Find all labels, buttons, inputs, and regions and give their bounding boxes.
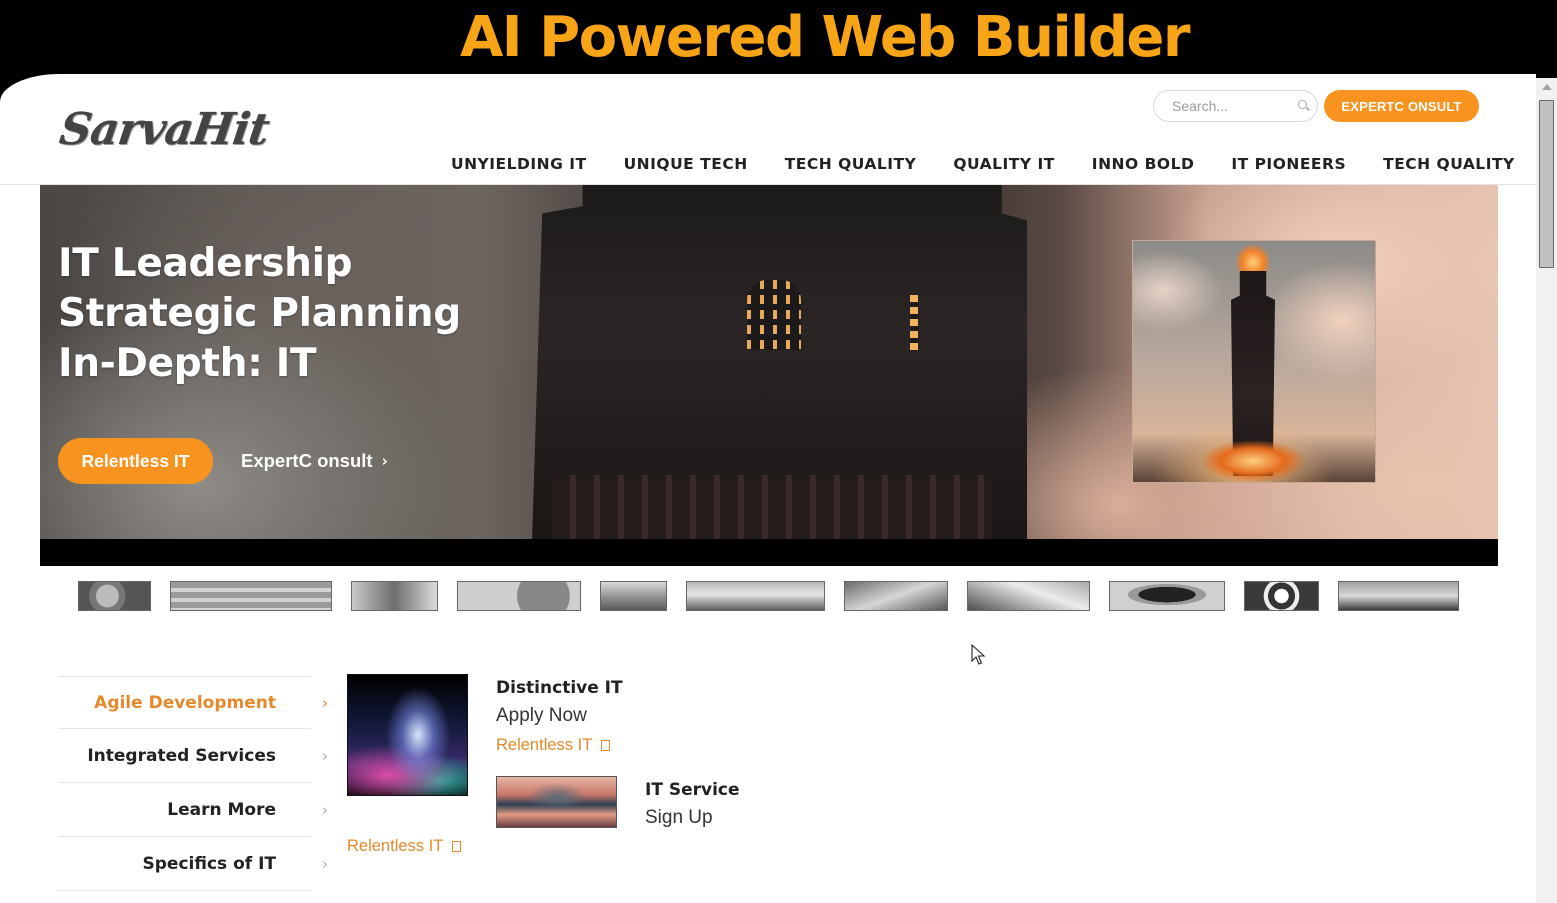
chevron-right-icon: ›	[381, 452, 388, 470]
side-item-label: Integrated Services	[87, 745, 276, 766]
thumbnail-11[interactable]	[1338, 581, 1459, 611]
hero-window-glow-small	[910, 295, 918, 350]
hero-secondary-link[interactable]: ExpertC onsult ›	[241, 450, 388, 472]
search-icon[interactable]	[1298, 100, 1307, 109]
nav-item-tech-quality[interactable]: TECH QUALITY	[785, 155, 917, 173]
card-1-link[interactable]: Relentless IT	[496, 736, 611, 755]
nav-item-it-pioneers[interactable]: IT PIONEERS	[1231, 155, 1346, 173]
side-item-specifics-of-it[interactable]: Specifics of IT ›	[58, 837, 328, 891]
thumbnail-7[interactable]	[844, 581, 948, 611]
thumbnail-10[interactable]	[1244, 581, 1319, 611]
side-item-label: Agile Development	[94, 692, 276, 713]
chevron-right-icon: ›	[322, 746, 328, 765]
fire-glow	[1237, 243, 1269, 275]
hero-window-glow	[747, 280, 801, 350]
side-menu: Agile Development › Integrated Services …	[58, 676, 328, 891]
thumbnail-3[interactable]	[351, 581, 438, 611]
card-image-galaxy[interactable]	[347, 674, 468, 796]
page-scrollbar[interactable]	[1536, 78, 1557, 903]
hero-line-2: Strategic Planning	[58, 291, 461, 336]
hero-line-1: IT Leadership	[58, 241, 353, 286]
side-item-label: Specifics of IT	[142, 853, 276, 874]
hero-tower-image	[532, 185, 1027, 539]
nav-item-unyielding-it[interactable]: UNYIELDING IT	[451, 155, 587, 173]
card-image-landscape[interactable]	[496, 776, 617, 828]
thumbnail-6[interactable]	[686, 581, 825, 611]
site-header: SarvaHit EXPERTC ONSULT UNYIELDING IT UN…	[0, 74, 1536, 185]
thumbnail-8[interactable]	[967, 581, 1090, 611]
hero-heading: IT Leadership Strategic Planning In-Dept…	[58, 239, 461, 389]
site-logo[interactable]: SarvaHit	[56, 104, 271, 155]
mouse-cursor-icon	[971, 644, 986, 665]
card-2-title: IT Service	[645, 780, 740, 800]
hero-inset-image	[1132, 240, 1376, 483]
card-1-subtitle[interactable]: Apply Now	[496, 705, 587, 727]
side-item-agile-development[interactable]: Agile Development ›	[58, 676, 328, 729]
search-box[interactable]	[1153, 90, 1318, 122]
main-nav: UNYIELDING IT UNIQUE TECH TECH QUALITY Q…	[451, 152, 1515, 176]
scrollbar-thumb[interactable]	[1539, 100, 1554, 268]
external-link-icon	[601, 740, 611, 751]
web-page: SarvaHit EXPERTC ONSULT UNYIELDING IT UN…	[0, 74, 1536, 903]
nav-item-tech-quality-2[interactable]: TECH QUALITY	[1383, 155, 1515, 173]
search-input[interactable]	[1172, 98, 1292, 114]
side-item-learn-more[interactable]: Learn More ›	[58, 783, 328, 837]
nav-item-unique-tech[interactable]: UNIQUE TECH	[624, 155, 748, 173]
card-1-title: Distinctive IT	[496, 678, 623, 698]
scroll-up-icon[interactable]	[1542, 84, 1552, 90]
nav-item-quality-it[interactable]: QUALITY IT	[953, 155, 1054, 173]
thumbnail-2[interactable]	[170, 581, 332, 611]
nav-item-inno-bold[interactable]: INNO BOLD	[1092, 155, 1195, 173]
side-item-label: Learn More	[167, 799, 276, 820]
banner-title: AI Powered Web Builder	[459, 4, 1191, 70]
browser-viewport: SarvaHit EXPERTC ONSULT UNYIELDING IT UN…	[0, 74, 1557, 903]
chevron-right-icon: ›	[322, 854, 328, 873]
thumbnail-1[interactable]	[78, 581, 151, 611]
side-item-integrated-services[interactable]: Integrated Services ›	[58, 729, 328, 783]
chevron-right-icon: ›	[322, 693, 328, 712]
bottom-link-label: Relentless IT	[347, 837, 444, 855]
expert-consult-button[interactable]: EXPERTC ONSULT	[1324, 90, 1479, 122]
hero-bottom-bar	[40, 539, 1498, 566]
thumbnail-9[interactable]	[1109, 581, 1225, 611]
title-banner: AI Powered Web Builder	[0, 0, 1557, 72]
hero-line-3: In-Depth: IT	[58, 341, 317, 386]
hero-secondary-link-label: ExpertC onsult	[241, 450, 373, 471]
thumbnail-4[interactable]	[457, 581, 581, 611]
chevron-right-icon: ›	[322, 800, 328, 819]
hero-banner: IT Leadership Strategic Planning In-Dept…	[40, 185, 1498, 539]
thumbnail-5[interactable]	[600, 581, 667, 611]
fire-glow-base	[1203, 441, 1303, 481]
external-link-icon	[452, 841, 462, 852]
bottom-link[interactable]: Relentless IT	[347, 837, 462, 856]
hero-primary-button[interactable]: Relentless IT	[58, 438, 213, 484]
card-2-subtitle[interactable]: Sign Up	[645, 807, 713, 829]
thumbnail-strip	[0, 581, 1536, 611]
card-1-link-label: Relentless IT	[496, 736, 593, 754]
